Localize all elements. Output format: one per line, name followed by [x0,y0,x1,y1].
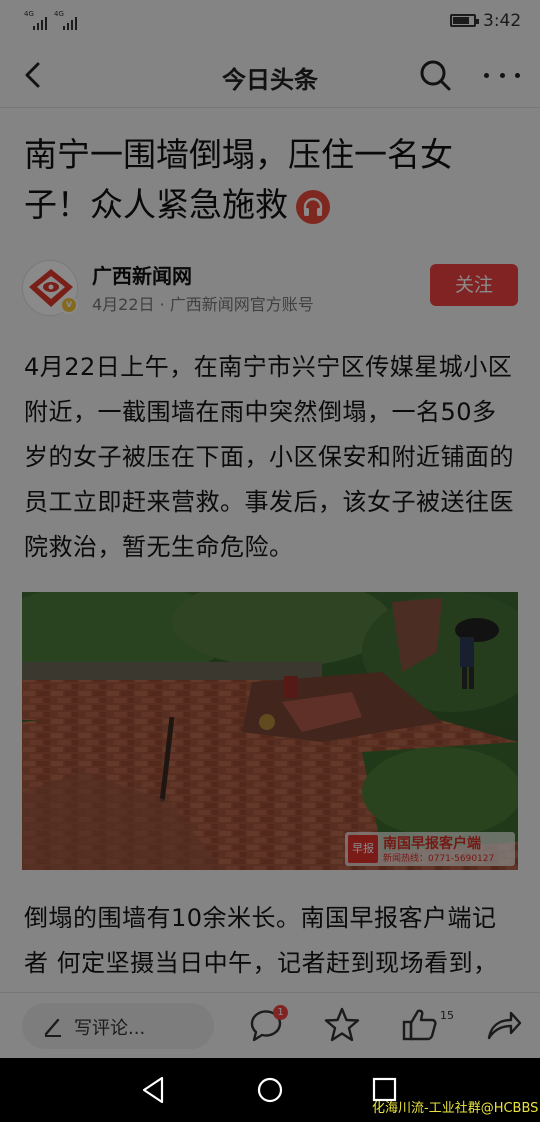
home-circle-icon[interactable] [252,1072,288,1108]
clock: 3:42 [483,11,522,31]
search-button[interactable] [418,58,452,92]
comment-count-badge: 1 [273,1005,288,1020]
article-paragraph-2: 倒塌的围墙有10余米长。南国早报客户端记者 何定坚摄当日中午，记者赶到现场看到， [24,904,498,977]
bottom-action-bar: 写评论... 1 15 [0,992,540,1058]
newspaper-logo-icon: 早报 [348,835,378,863]
share-icon[interactable] [484,1005,524,1045]
pen-icon [44,1018,61,1037]
more-button[interactable] [484,58,520,92]
image-watermark: 早报 南国早报客户端 新闻热线：0771-5690127 [345,832,515,866]
author-name[interactable]: 广西新闻网 [92,260,192,289]
watermark-text: 南国早报客户端 [383,836,481,852]
search-icon [420,60,451,91]
author-row: v 广西新闻网 4月22日 · 广西新闻网官方账号 关注 [22,258,522,318]
signal-icon-2: 4G [54,10,77,30]
header-title: 今日头条 [222,66,318,94]
app-header: 今日头条 [0,42,540,108]
verified-badge-icon: v [60,296,78,314]
signal-icon-1: 4G [24,10,47,30]
thumbs-up-icon[interactable] [400,1005,440,1045]
battery-icon [450,14,479,27]
headphones-icon[interactable] [296,189,330,224]
star-icon[interactable] [322,1005,362,1045]
more-dots-icon [484,72,489,78]
follow-button[interactable]: 关注 [430,264,518,306]
collapsed-wall-photo [22,592,518,870]
footer-watermark: 化海川流-工业社群@HCBBS [372,1101,539,1116]
screen: 4G 4G 3:42 今日头条 南宁一围墙倒塌，压住一名女子！众人紧急施救 v … [0,0,540,1122]
comment-placeholder: 写评论... [74,1018,146,1039]
like-count: 15 [440,1009,454,1022]
article-image[interactable] [22,592,518,870]
article-paragraph-1: 4月22日上午，在南宁市兴宁区传媒星城小区附近，一截围墙在雨中突然倒塌，一名50… [24,353,514,561]
author-meta: 4月22日 · 广西新闻网官方账号 [92,295,314,314]
article-title: 南宁一围墙倒塌，压住一名女子！众人紧急施救 [24,135,453,224]
comment-input[interactable]: 写评论... [22,1003,214,1049]
watermark-phone: 新闻热线：0771-5690127 [383,854,495,864]
back-triangle-icon[interactable] [136,1072,172,1108]
status-bar: 4G 4G 3:42 [0,0,540,42]
